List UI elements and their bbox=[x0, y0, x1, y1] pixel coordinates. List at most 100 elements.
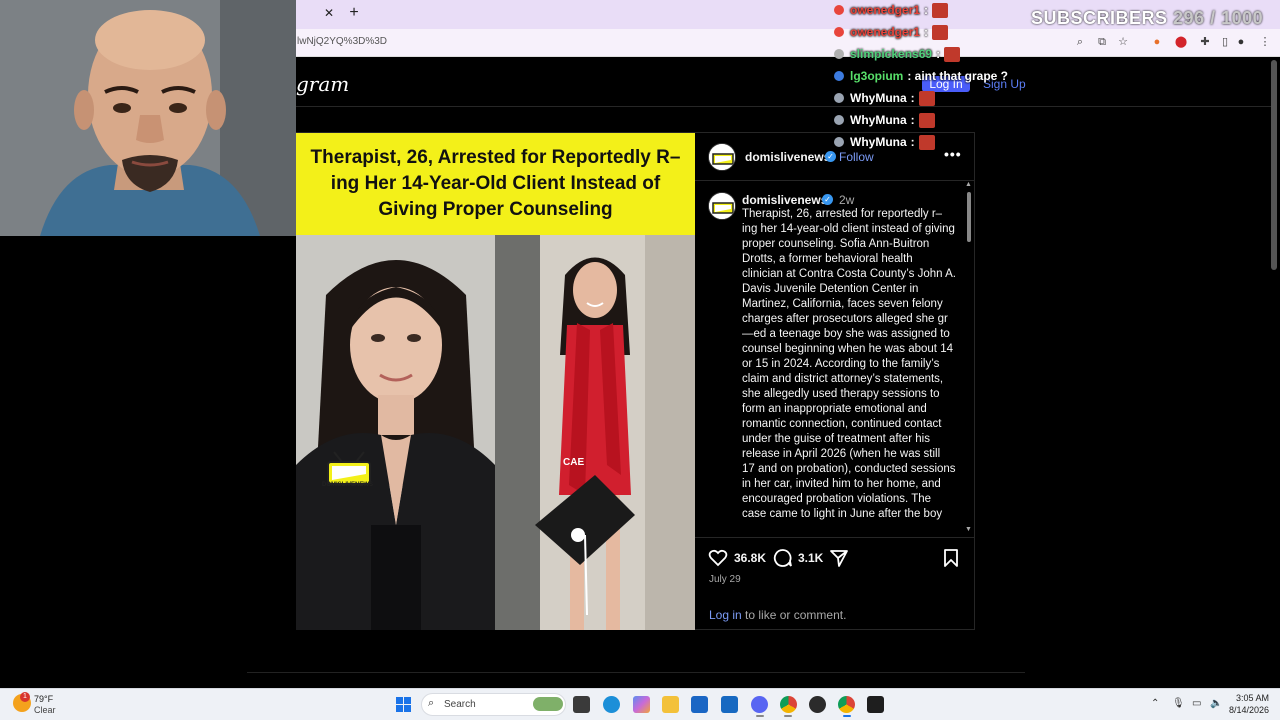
instagram-logo[interactable]: gram bbox=[296, 72, 349, 96]
svg-text:CAE: CAE bbox=[563, 457, 584, 468]
caption-verified-badge-icon: ✓ bbox=[822, 194, 833, 205]
clock-date[interactable]: 8/14/2026 bbox=[1225, 705, 1269, 715]
chrome-canary-icon[interactable] bbox=[838, 696, 855, 713]
sidebar-header-divider bbox=[695, 180, 974, 181]
bookmark-star-icon[interactable]: ☆ bbox=[1116, 35, 1130, 49]
extension-orange-icon[interactable]: ● bbox=[1150, 35, 1164, 49]
subscriber-count: 296 / 1000 bbox=[1173, 8, 1264, 28]
caption-author-username[interactable]: domislivenews bbox=[742, 193, 827, 207]
follow-button[interactable]: Follow bbox=[839, 150, 874, 164]
close-tab-icon[interactable]: ✕ bbox=[322, 6, 336, 20]
microphone-icon[interactable]: 🎙 bbox=[1172, 698, 1185, 709]
start-button-icon[interactable] bbox=[396, 697, 411, 712]
actions-divider bbox=[695, 537, 974, 538]
chat-message: WhyMuna: bbox=[834, 111, 935, 129]
search-highlight-icon[interactable] bbox=[533, 697, 563, 711]
chat-badge-icon bbox=[834, 71, 844, 81]
chat-text: : bbox=[936, 47, 941, 61]
display-icon[interactable]: ▭ bbox=[1192, 698, 1201, 709]
chat-message: owenedger1: bbox=[834, 23, 949, 41]
subscriber-counter: SUBSCRIBERS 296 / 1000 bbox=[1031, 8, 1263, 29]
photo-portrait-left bbox=[296, 235, 495, 630]
running-app-indicator bbox=[784, 715, 792, 717]
chat-username: lg3opium bbox=[850, 69, 904, 83]
zoom-icon[interactable]: ⌕ bbox=[1073, 35, 1087, 49]
outlook-icon[interactable] bbox=[691, 696, 708, 713]
chat-username: WhyMuna bbox=[850, 91, 907, 105]
install-app-icon[interactable]: ⧉ bbox=[1095, 35, 1109, 49]
store-icon[interactable] bbox=[721, 696, 738, 713]
chat-badge-icon bbox=[834, 93, 844, 103]
subscriber-label: SUBSCRIBERS bbox=[1031, 8, 1168, 28]
comment-count: 3.1K bbox=[798, 551, 824, 565]
author-username[interactable]: domislivenews bbox=[745, 150, 830, 164]
terminal-icon[interactable] bbox=[867, 696, 884, 713]
file-explorer-icon[interactable] bbox=[662, 696, 679, 713]
sidebar-icon[interactable]: ▯ bbox=[1218, 35, 1232, 49]
app-dark-icon[interactable] bbox=[809, 696, 826, 713]
new-tab-icon[interactable]: + bbox=[346, 4, 362, 22]
photo-graduation-right: CAE bbox=[495, 235, 695, 630]
volume-icon[interactable]: 🔈 bbox=[1210, 698, 1222, 709]
scroll-up-arrow-icon[interactable]: ▲ bbox=[965, 181, 972, 188]
chat-message: WhyMuna: bbox=[834, 133, 935, 151]
browser-menu-icon[interactable]: ⋮ bbox=[1258, 35, 1272, 49]
running-app-indicator bbox=[756, 715, 764, 717]
discord-icon[interactable] bbox=[751, 696, 768, 713]
address-bar[interactable] bbox=[296, 29, 1280, 57]
header-divider bbox=[296, 106, 1272, 107]
more-options-button[interactable]: ••• bbox=[944, 146, 962, 162]
post-date: July 29 bbox=[709, 574, 741, 585]
chat-text: : bbox=[924, 25, 929, 39]
chat-badge-icon bbox=[834, 115, 844, 125]
chat-text: : aint that grape ? bbox=[907, 69, 1009, 83]
post-image[interactable]: Therapist, 26, Arrested for Reportedly R… bbox=[296, 133, 695, 630]
chat-emote-icon bbox=[932, 24, 949, 40]
post-age: 2w bbox=[839, 193, 855, 207]
chat-text: : bbox=[910, 91, 915, 105]
chat-message: lg3opium: aint that grape ? bbox=[834, 67, 1028, 85]
chat-emote-icon bbox=[944, 46, 961, 62]
scroll-down-arrow-icon[interactable]: ▼ bbox=[965, 526, 972, 533]
copilot-icon[interactable] bbox=[633, 696, 650, 713]
caption-scrollbar-thumb[interactable] bbox=[967, 192, 971, 242]
extension-red-icon[interactable]: ⬤ bbox=[1174, 35, 1188, 49]
chrome-icon[interactable] bbox=[780, 696, 797, 713]
search-icon: ⌕ bbox=[428, 697, 435, 709]
screen: ✕ + lwNjQ2YQ%3D%3D ⌕ ⧉ ☆ ● ⬤ ✚ ▯ ● ⋮ gra… bbox=[0, 0, 1280, 720]
comment-icon[interactable] bbox=[773, 548, 793, 568]
profile-avatar-icon[interactable]: ● bbox=[1234, 35, 1248, 49]
verified-badge-icon: ✓ bbox=[825, 151, 836, 162]
weather-notification-badge: 1 bbox=[20, 692, 30, 702]
weather-condition[interactable]: Clear bbox=[34, 705, 56, 715]
tray-overflow-icon[interactable]: ⌃ bbox=[1151, 698, 1159, 709]
clock-time[interactable]: 3:05 AM bbox=[1233, 693, 1269, 703]
image-headline-banner: Therapist, 26, Arrested for Reportedly R… bbox=[296, 133, 695, 235]
weather-temperature[interactable]: 79°F bbox=[34, 694, 53, 704]
author-avatar[interactable] bbox=[708, 143, 736, 171]
extensions-puzzle-icon[interactable]: ✚ bbox=[1198, 35, 1212, 49]
share-icon[interactable] bbox=[829, 548, 849, 568]
task-view-icon[interactable] bbox=[573, 696, 590, 713]
chat-username: slimpickens69 bbox=[850, 47, 933, 61]
footer-divider bbox=[247, 672, 1025, 673]
chat-emote-icon bbox=[918, 134, 935, 150]
chat-text: : bbox=[924, 3, 929, 17]
chat-badge-icon bbox=[834, 137, 844, 147]
chat-badge-icon bbox=[834, 5, 844, 15]
webcam-overlay bbox=[0, 0, 296, 236]
chat-username: owenedger1 bbox=[850, 3, 921, 17]
url-text[interactable]: lwNjQ2YQ%3D%3D bbox=[297, 36, 387, 47]
edge-browser-icon[interactable] bbox=[603, 696, 620, 713]
chat-emote-icon bbox=[1012, 69, 1028, 84]
chat-message: slimpickens69: bbox=[834, 45, 961, 63]
save-bookmark-icon[interactable] bbox=[941, 548, 961, 568]
login-prompt-text: to like or comment. bbox=[741, 608, 847, 622]
chat-emote-icon bbox=[918, 112, 935, 128]
chat-username: owenedger1 bbox=[850, 25, 921, 39]
page-scrollbar[interactable] bbox=[1271, 60, 1277, 270]
like-heart-icon[interactable] bbox=[708, 548, 728, 568]
like-count: 36.8K bbox=[734, 551, 767, 565]
login-link[interactable]: Log in bbox=[709, 608, 742, 622]
caption-author-avatar[interactable] bbox=[708, 192, 736, 220]
